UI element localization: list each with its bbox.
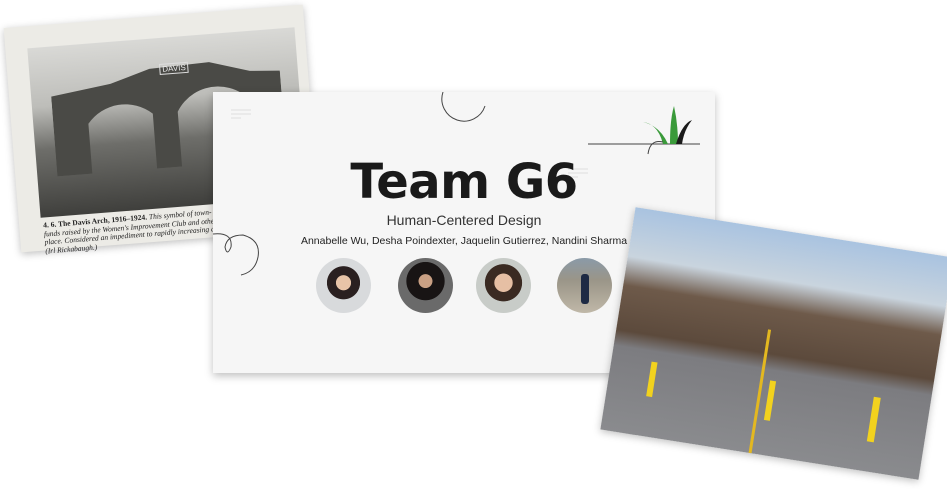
slide-title: Team G6 <box>350 154 578 210</box>
avatar-annabelle <box>316 258 371 313</box>
davis-sign: DAVIS <box>158 61 190 76</box>
street-photo <box>600 207 947 480</box>
avatar-nandini <box>557 258 612 313</box>
avatar-desha <box>398 258 453 313</box>
bollard <box>866 396 881 443</box>
bollard <box>763 380 777 421</box>
grass-icon <box>588 106 700 155</box>
arc-decoration <box>441 92 486 122</box>
bollard <box>646 361 658 398</box>
lines-decoration <box>231 109 251 119</box>
avatar-jaquelin <box>476 258 531 313</box>
